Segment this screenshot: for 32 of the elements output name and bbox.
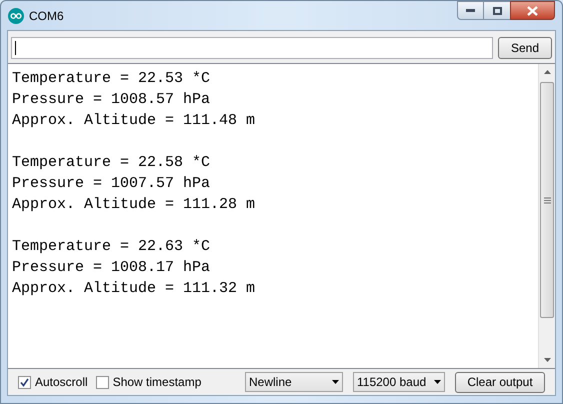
caret-icon	[332, 380, 339, 384]
output-line: Pressure = 1007.57 hPa	[12, 174, 212, 194]
output-line: Temperature = 22.58 *C	[12, 153, 212, 173]
dropdown[interactable]: 115200 baud	[353, 372, 445, 392]
maximize-button[interactable]	[484, 1, 510, 20]
window-title: COM6	[29, 8, 64, 24]
output-line: Temperature = 22.63 *C	[12, 237, 212, 257]
caret-icon	[434, 380, 441, 384]
output-line: Pressure = 1008.17 hPa	[12, 258, 212, 278]
scroll-down-icon[interactable]	[544, 358, 550, 362]
checkbox-label: Autoscroll	[35, 374, 88, 391]
output-line: Temperature = 22.53 *C	[12, 69, 212, 89]
minimize-button[interactable]	[457, 1, 484, 20]
clear-output-button[interactable]: Clear output	[455, 372, 545, 392]
output-line: Approx. Altitude = 111.32 m	[12, 279, 256, 299]
close-icon	[527, 6, 538, 16]
output-line: Approx. Altitude = 111.48 m	[12, 111, 256, 131]
output-line: Approx. Altitude = 111.28 m	[12, 195, 256, 215]
close-button[interactable]	[510, 1, 555, 20]
checkbox[interactable]	[96, 376, 109, 388]
checkmark-icon	[20, 378, 29, 386]
dropdown[interactable]: Newline	[245, 372, 343, 392]
send-button[interactable]: Send	[498, 36, 552, 58]
scrollbar-thumb[interactable]	[540, 82, 554, 318]
scroll-up-icon[interactable]	[544, 70, 550, 74]
output-line: Pressure = 1008.57 hPa	[12, 90, 212, 110]
scrollbar[interactable]	[538, 64, 555, 368]
checkbox[interactable]	[18, 376, 31, 388]
app-logo-icon	[8, 8, 24, 24]
checkbox-label: Show timestamp	[112, 374, 202, 391]
grip-icon	[544, 196, 550, 204]
message-input-field[interactable]	[11, 36, 493, 58]
